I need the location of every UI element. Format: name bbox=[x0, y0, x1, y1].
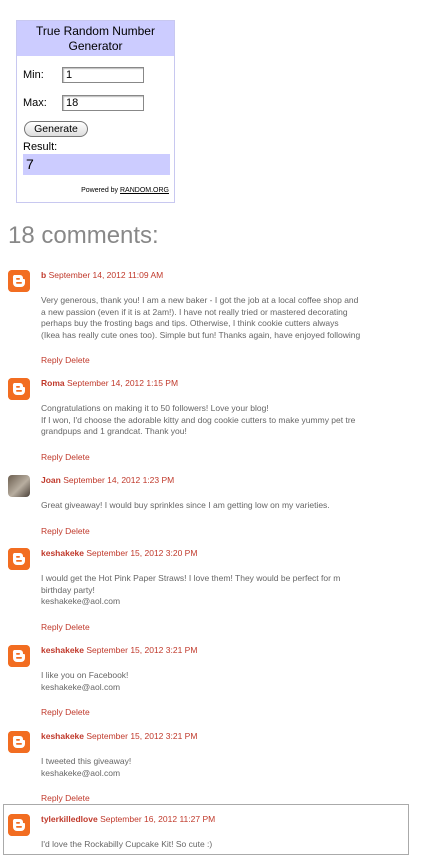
comment-date[interactable]: September 15, 2012 3:21 PM bbox=[84, 645, 197, 655]
comment-line: I would get the Hot Pink Paper Straws! I… bbox=[41, 573, 341, 583]
blogger-icon[interactable] bbox=[8, 814, 30, 836]
reply-link[interactable]: Reply bbox=[41, 526, 63, 536]
widget-title-text: True Random Number Generator bbox=[36, 24, 155, 53]
comment-author[interactable]: Joan bbox=[41, 475, 61, 485]
comment-date[interactable]: September 14, 2012 1:23 PM bbox=[61, 475, 174, 485]
comment-body: I tweeted this giveaway! keshakeke@aol.co… bbox=[41, 756, 427, 779]
comment-line: If I won, I'd choose the adorable kitty … bbox=[41, 414, 356, 425]
delete-link[interactable]: Delete bbox=[65, 622, 90, 632]
reply-link[interactable]: Reply bbox=[41, 622, 63, 632]
comment-line: Very generous, thank you! I am a new bak… bbox=[41, 295, 359, 305]
comment-line: keshakeke@aol.com bbox=[41, 767, 121, 778]
reply-link[interactable]: Reply bbox=[41, 452, 63, 462]
comment-line: Congratulations on making it to 50 follo… bbox=[41, 403, 269, 413]
max-input[interactable] bbox=[62, 95, 144, 111]
comment-date[interactable]: September 16, 2012 11:27 PM bbox=[98, 814, 215, 824]
powered-by-text: Powered by bbox=[81, 187, 119, 194]
powered-by: Powered by RANDOM.ORG bbox=[81, 187, 169, 194]
comment-line: perhaps buy the frosting bags and tips. … bbox=[41, 318, 339, 328]
widget-title: True Random Number Generator bbox=[17, 21, 174, 56]
comment-date[interactable]: September 14, 2012 1:15 PM bbox=[65, 378, 178, 388]
comment-date[interactable]: September 15, 2012 3:21 PM bbox=[84, 731, 197, 741]
comment-meta: keshakeke September 15, 2012 3:20 PM bbox=[41, 548, 197, 558]
comment-body: Congratulations on making it to 50 follo… bbox=[41, 403, 427, 438]
reply-link[interactable]: Reply bbox=[41, 355, 63, 365]
comment-actions: Reply Delete bbox=[41, 707, 90, 717]
comment-body: I like you on Facebook! keshakeke@aol.com bbox=[41, 670, 427, 693]
comment-meta: tylerkilledlove September 16, 2012 11:27… bbox=[41, 814, 215, 824]
comment-author[interactable]: keshakeke bbox=[41, 731, 84, 741]
comment-body: I'd love the Rockabilly Cupcake Kit! So … bbox=[41, 839, 427, 851]
result-value: 7 bbox=[23, 154, 170, 175]
min-label: Min: bbox=[23, 69, 44, 81]
comment-author[interactable]: Roma bbox=[41, 378, 65, 388]
comment-line: keshakeke@aol.com bbox=[41, 681, 121, 692]
comment-actions: Reply Delete bbox=[41, 452, 90, 462]
delete-link[interactable]: Delete bbox=[65, 526, 90, 536]
comment-date[interactable]: September 15, 2012 3:20 PM bbox=[84, 548, 197, 558]
comment-meta: keshakeke September 15, 2012 3:21 PM bbox=[41, 731, 197, 741]
comment-line: keshakeke@aol.com bbox=[41, 596, 121, 606]
comment-date[interactable]: September 14, 2012 11:09 AM bbox=[46, 270, 164, 280]
comment-line: grandpups and 1 grandcat. Thank you! bbox=[41, 426, 187, 436]
reply-link[interactable]: Reply bbox=[41, 707, 63, 717]
comment-meta: Roma September 14, 2012 1:15 PM bbox=[41, 378, 178, 388]
comment-actions: Reply Delete bbox=[41, 526, 90, 536]
comment-line: birthday party! bbox=[41, 584, 95, 595]
comment-actions: Reply Delete bbox=[41, 355, 90, 365]
comment-body: Very generous, thank you! I am a new bak… bbox=[41, 295, 427, 341]
blogger-icon[interactable] bbox=[8, 378, 30, 400]
comment-line: a new passion (even if it is at 2am!). I… bbox=[41, 306, 348, 317]
blogger-icon[interactable] bbox=[8, 645, 30, 667]
comment-line: I'd love the Rockabilly Cupcake Kit! So … bbox=[41, 839, 213, 849]
comment-line: Great giveaway! I would buy sprinkles si… bbox=[41, 500, 330, 510]
blogger-icon[interactable] bbox=[8, 548, 30, 570]
comment-body: Great giveaway! I would buy sprinkles si… bbox=[41, 500, 427, 512]
comment-actions: Reply Delete bbox=[41, 622, 90, 632]
random-number-widget: True Random Number Generator Min: Max: G… bbox=[16, 20, 175, 203]
comment-author[interactable]: keshakeke bbox=[41, 548, 84, 558]
blogger-icon[interactable] bbox=[8, 270, 30, 292]
delete-link[interactable]: Delete bbox=[65, 452, 90, 462]
result-label: Result: bbox=[23, 141, 58, 153]
comment-meta: b September 14, 2012 11:09 AM bbox=[41, 270, 163, 280]
comment-author[interactable]: keshakeke bbox=[41, 645, 84, 655]
user-photo-avatar[interactable] bbox=[8, 475, 30, 497]
random-org-link[interactable]: RANDOM.ORG bbox=[120, 187, 169, 194]
delete-link[interactable]: Delete bbox=[65, 707, 90, 717]
blogger-icon[interactable] bbox=[8, 731, 30, 753]
max-label: Max: bbox=[23, 97, 47, 109]
reply-link[interactable]: Reply bbox=[41, 793, 63, 803]
comment-line: (Ikea has really cute ones too). Simple … bbox=[41, 329, 361, 340]
comment-line: I like you on Facebook! bbox=[41, 670, 129, 680]
comment-line: I tweeted this giveaway! bbox=[41, 756, 132, 766]
comments-heading: 18 comments: bbox=[8, 222, 159, 249]
delete-link[interactable]: Delete bbox=[65, 793, 90, 803]
comment-author[interactable]: tylerkilledlove bbox=[41, 814, 98, 824]
min-input[interactable] bbox=[62, 67, 144, 83]
comment-body: I would get the Hot Pink Paper Straws! I… bbox=[41, 573, 427, 608]
comment-actions: Reply Delete bbox=[41, 793, 90, 803]
delete-link[interactable]: Delete bbox=[65, 355, 90, 365]
generate-button[interactable]: Generate bbox=[24, 121, 88, 137]
comment-meta: Joan September 14, 2012 1:23 PM bbox=[41, 475, 174, 485]
comment-meta: keshakeke September 15, 2012 3:21 PM bbox=[41, 645, 197, 655]
